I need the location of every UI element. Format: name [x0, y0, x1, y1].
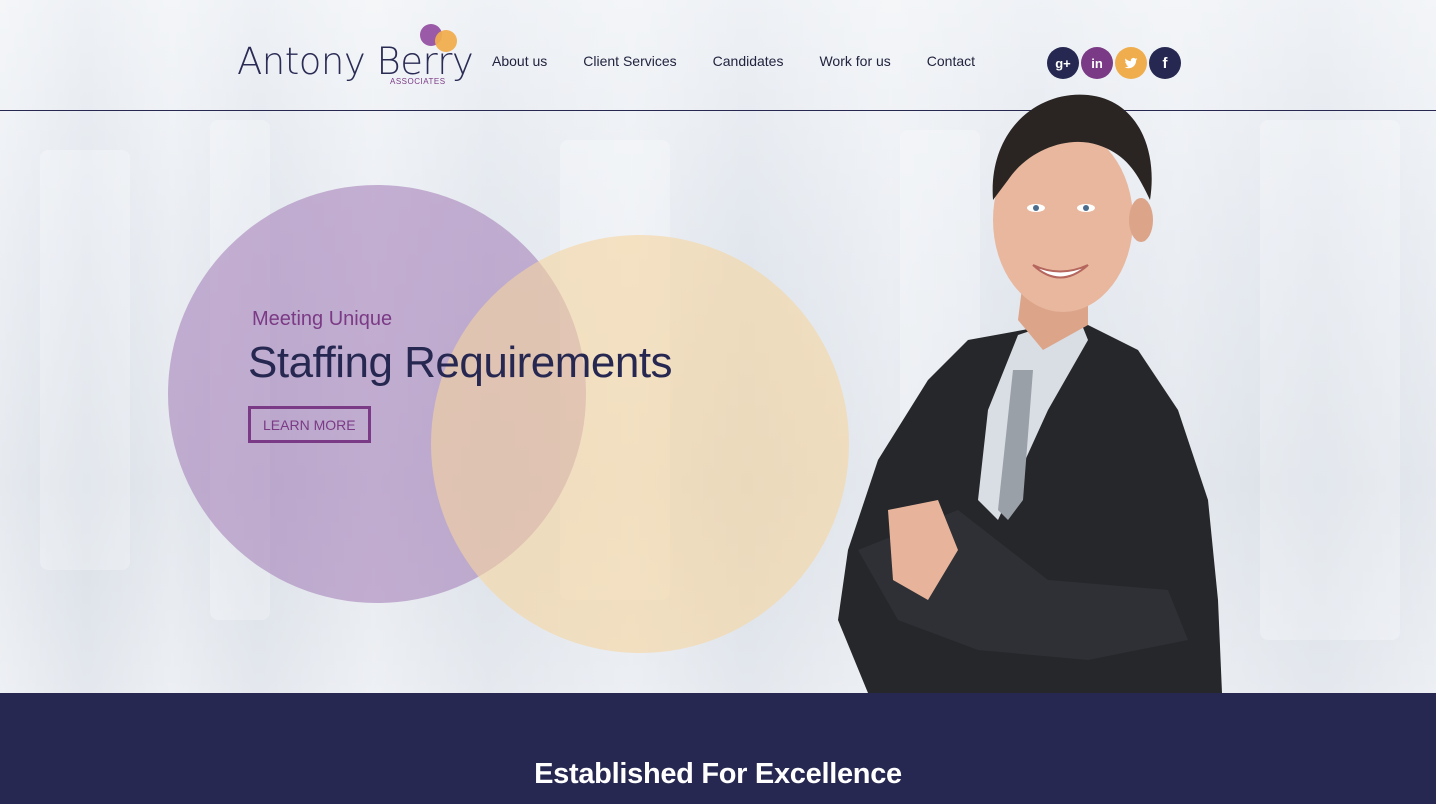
- page: Antony Berry ASSOCIATES About us Client …: [0, 0, 1436, 804]
- hero-subtitle: Meeting Unique: [252, 308, 393, 330]
- main-nav: About us Client Services Candidates Work…: [492, 53, 1011, 69]
- learn-more-button[interactable]: LEARN MORE: [248, 406, 371, 443]
- linkedin-icon[interactable]: in: [1081, 47, 1113, 79]
- logo-subtitle: ASSOCIATES: [390, 77, 446, 86]
- nav-candidates[interactable]: Candidates: [713, 53, 784, 69]
- hero-person-image: [838, 94, 1222, 693]
- hero-circle-orange: [431, 235, 849, 653]
- facebook-icon[interactable]: f: [1149, 47, 1181, 79]
- google-plus-icon[interactable]: g+: [1047, 47, 1079, 79]
- logo[interactable]: Antony Berry ASSOCIATES: [237, 22, 474, 90]
- nav-client-services[interactable]: Client Services: [583, 53, 676, 69]
- section-title: Established For Excellence: [534, 758, 902, 790]
- hero-title: Staffing Requirements: [248, 338, 673, 387]
- social-links: g+ in f: [1047, 47, 1181, 79]
- nav-work-for-us[interactable]: Work for us: [819, 53, 890, 69]
- nav-contact[interactable]: Contact: [927, 53, 975, 69]
- twitter-icon[interactable]: [1115, 47, 1147, 79]
- nav-about-us[interactable]: About us: [492, 53, 547, 69]
